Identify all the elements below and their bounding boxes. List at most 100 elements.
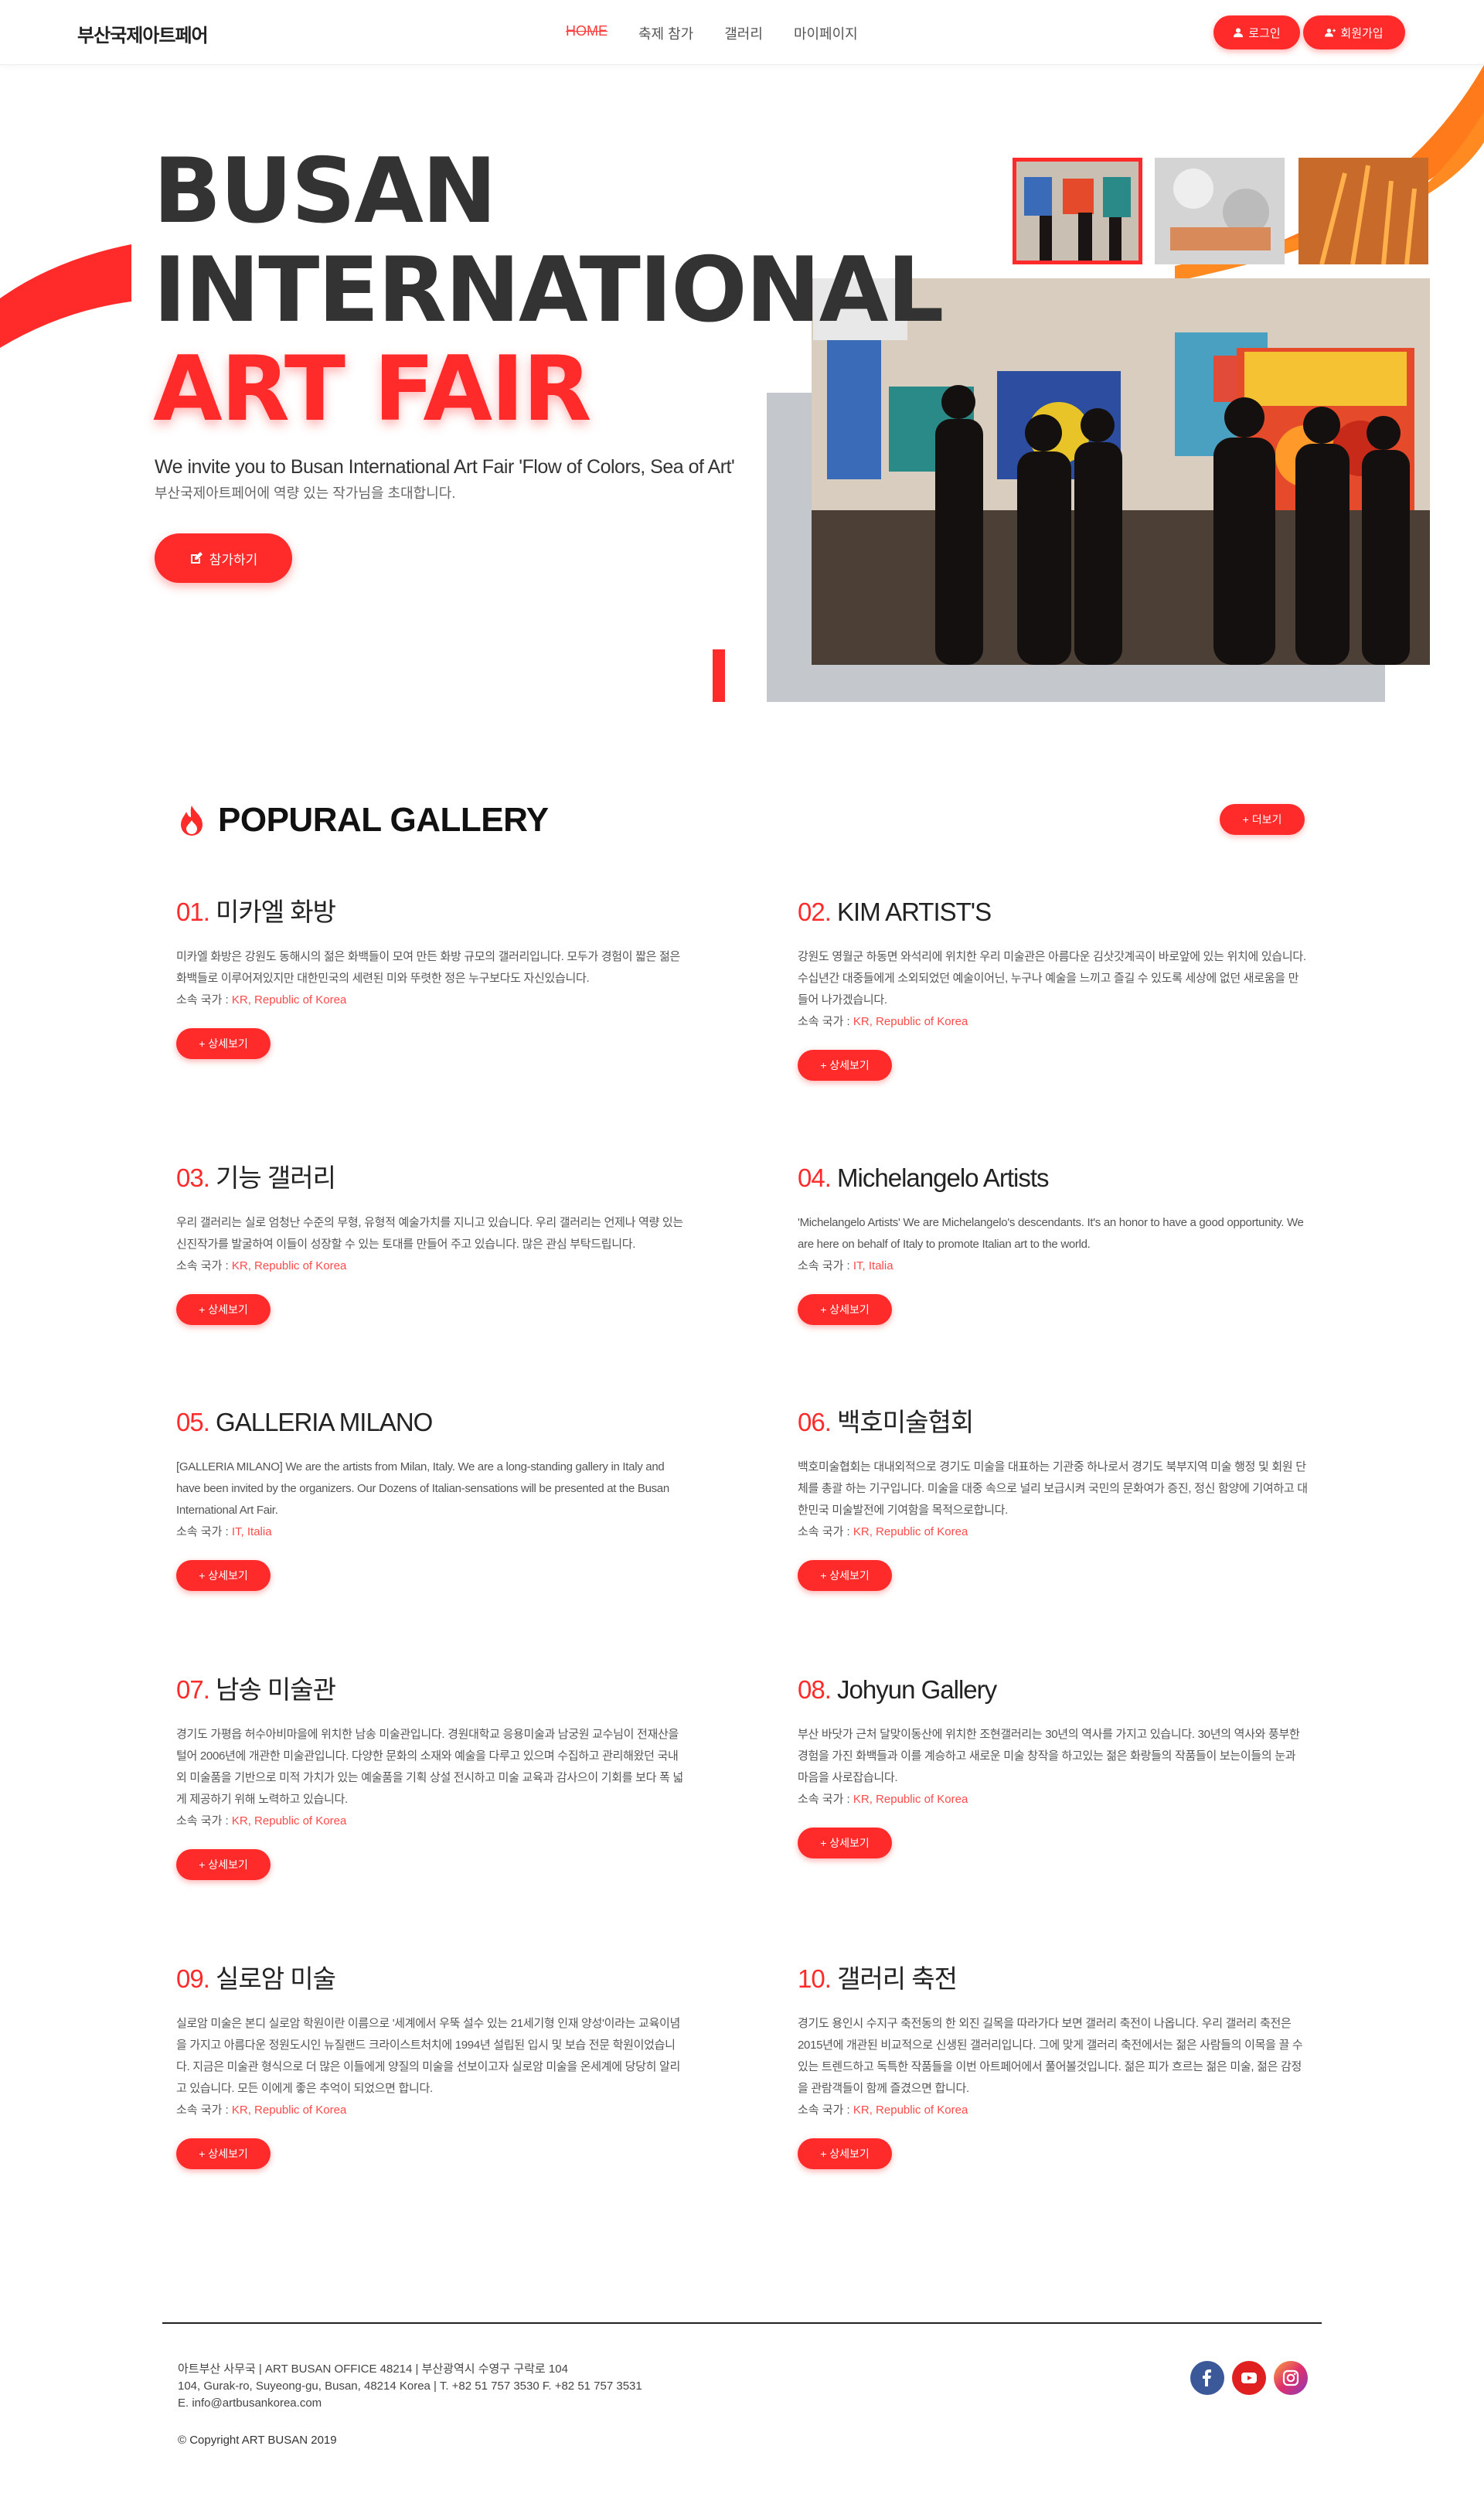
country-label: 소속 국가 : xyxy=(176,1525,232,1538)
gallery-card-country: 소속 국가 : KR, Republic of Korea xyxy=(798,1789,1308,1811)
gallery-card-description: 실로암 미술은 본디 실로암 학원이란 이름으로 '세계에서 우뚝 설수 있는 … xyxy=(176,2017,681,2095)
country-value: KR, Republic of Korea xyxy=(853,1015,968,1028)
country-label: 소속 국가 : xyxy=(798,1525,853,1538)
detail-button[interactable]: + 상세보기 xyxy=(176,1028,271,1059)
gallery-card-title[interactable]: 07. 남송 미술관 xyxy=(176,1674,686,1705)
country-value: KR, Republic of Korea xyxy=(231,1814,347,1828)
country-label: 소속 국가 : xyxy=(176,993,232,1007)
hero-thumb-3[interactable] xyxy=(1298,158,1428,264)
gallery-card-title[interactable]: 02. KIM ARTIST'S xyxy=(798,897,1308,928)
site-logo[interactable]: 부산국제아트페어 xyxy=(77,20,209,47)
gallery-card: 03. 기능 갤러리 우리 갤러리는 실로 엄청난 수준의 무형, 유형적 예술가… xyxy=(176,1163,686,1325)
gallery-card-country: 소속 국가 : KR, Republic of Korea xyxy=(798,1521,1308,1543)
country-label: 소속 국가 : xyxy=(798,2104,853,2117)
nav-gallery[interactable]: 갤러리 xyxy=(724,23,763,43)
nav-mypage[interactable]: 마이페이지 xyxy=(794,23,858,43)
facebook-link[interactable] xyxy=(1190,2361,1224,2395)
gallery-card-name: KIM ARTIST'S xyxy=(837,898,992,926)
login-button[interactable]: 로그인 xyxy=(1213,15,1300,49)
participate-button[interactable]: 참가하기 xyxy=(155,533,292,583)
detail-button[interactable]: + 상세보기 xyxy=(176,1294,271,1325)
gallery-card-title[interactable]: 01. 미카엘 화방 xyxy=(176,897,686,928)
gallery-card-title[interactable]: 05. GALLERIA MILANO xyxy=(176,1407,686,1438)
country-label: 소속 국가 : xyxy=(798,1259,853,1272)
gallery-card-title[interactable]: 04. Michelangelo Artists xyxy=(798,1163,1308,1194)
country-value: KR, Republic of Korea xyxy=(853,2104,968,2117)
gallery-card-description: 경기도 가평읍 허수아비마을에 위치한 남송 미술관입니다. 경원대학교 응용미… xyxy=(176,1728,683,1806)
detail-button[interactable]: + 상세보기 xyxy=(176,1560,271,1591)
gallery-card-number: 09. xyxy=(176,1964,210,1993)
gallery-card-title[interactable]: 06. 백호미술협회 xyxy=(798,1407,1308,1438)
country-label: 소속 국가 : xyxy=(176,2104,232,2117)
join-label: 회원가입 xyxy=(1340,26,1384,40)
gallery-card: 05. GALLERIA MILANO [GALLERIA MILANO] We … xyxy=(176,1407,686,1591)
gallery-card-name: Johyun Gallery xyxy=(837,1675,997,1704)
gallery-card-name: 기능 갤러리 xyxy=(216,1163,336,1192)
footer-email[interactable]: E. info@artbusankorea.com xyxy=(178,2395,642,2412)
gallery-card: 06. 백호미술협회백호미술협회는 대내외적으로 경기도 미술을 대표하는 기관… xyxy=(798,1407,1308,1591)
gallery-card-title[interactable]: 10. 갤러리 축전 xyxy=(798,1964,1308,1995)
participate-label: 참가하기 xyxy=(209,552,258,567)
hero-thumb-2[interactable] xyxy=(1155,158,1285,264)
hero-subtitle-ko: 부산국제아트페어에 역량 있는 작가님을 초대합니다. xyxy=(155,485,456,501)
detail-button[interactable]: + 상세보기 xyxy=(798,2138,892,2169)
detail-button[interactable]: + 상세보기 xyxy=(176,2138,271,2169)
country-label: 소속 국가 : xyxy=(798,1793,853,1806)
gallery-card-title[interactable]: 03. 기능 갤러리 xyxy=(176,1163,686,1194)
detail-button[interactable]: + 상세보기 xyxy=(798,1294,892,1325)
gallery-card: 01. 미카엘 화방 미카엘 화방은 강원도 동해시의 젊은 화백들이 모여 만든… xyxy=(176,897,686,1059)
gallery-card-title[interactable]: 08. Johyun Gallery xyxy=(798,1674,1308,1705)
gallery-card-country: 소속 국가 : IT, Italia xyxy=(798,1255,1308,1277)
country-label: 소속 국가 : xyxy=(176,1814,232,1828)
detail-button[interactable]: + 상세보기 xyxy=(798,1828,892,1858)
gallery-section-header: POPURAL GALLERY xyxy=(175,801,549,840)
gallery-card-name: 백호미술협회 xyxy=(837,1408,974,1436)
gallery-card-country: 소속 국가 : IT, Italia xyxy=(176,1521,686,1543)
gallery-card-number: 10. xyxy=(798,1964,832,1993)
gallery-card: 04. Michelangelo Artists 'Michelangelo Ar… xyxy=(798,1163,1308,1325)
nav-home[interactable]: HOME xyxy=(566,23,608,43)
nav-festival[interactable]: 축제 참가 xyxy=(638,23,693,43)
instagram-link[interactable] xyxy=(1274,2361,1308,2395)
gallery-card-description: 백호미술협회는 대내외적으로 경기도 미술을 대표하는 기관중 하나로서 경기도… xyxy=(798,1460,1308,1517)
join-button[interactable]: 회원가입 xyxy=(1303,15,1405,49)
country-value: KR, Republic of Korea xyxy=(853,1525,968,1538)
hero-thumb-1[interactable] xyxy=(1013,158,1142,264)
gallery-card-name: 미카엘 화방 xyxy=(216,898,336,926)
gallery-card-number: 07. xyxy=(176,1675,210,1704)
footer-address-en: 104, Gurak-ro, Suyeong-gu, Busan, 48214 … xyxy=(178,2379,642,2393)
detail-button[interactable]: + 상세보기 xyxy=(798,1560,892,1591)
gallery-card-description: 강원도 영월군 하동면 와석리에 위치한 우리 미술관은 아름다운 김삿갓계곡이… xyxy=(798,950,1306,1007)
gallery-card-country: 소속 국가 : KR, Republic of Korea xyxy=(176,990,686,1011)
site-header: 부산국제아트페어 HOME 축제 참가 갤러리 마이페이지 로그인 회원가입 xyxy=(0,0,1484,65)
country-value: IT, Italia xyxy=(853,1259,893,1272)
gallery-card-number: 05. xyxy=(176,1408,210,1436)
footer-divider xyxy=(162,2322,1322,2324)
hero-title-line2: INTERNATIONAL xyxy=(153,238,944,342)
gallery-card: 08. Johyun Gallery 부산 바닷가 근처 달맞이동산에 위치한 조… xyxy=(798,1674,1308,1858)
gallery-card-description: 'Michelangelo Artists' We are Michelange… xyxy=(798,1216,1304,1251)
country-label: 소속 국가 : xyxy=(798,1015,853,1028)
more-button[interactable]: + 더보기 xyxy=(1220,804,1305,835)
gallery-card-title[interactable]: 09. 실로암 미술 xyxy=(176,1964,686,1995)
detail-button[interactable]: + 상세보기 xyxy=(798,1050,892,1081)
hero-title: BUSAN INTERNATIONAL ART FAIR xyxy=(153,139,944,439)
detail-button[interactable]: + 상세보기 xyxy=(176,1849,271,1880)
country-value: KR, Republic of Korea xyxy=(231,993,347,1007)
footer-info: 아트부산 사무국 | ART BUSAN OFFICE 48214 | 부산광역… xyxy=(178,2361,642,2412)
gallery-card-country: 소속 국가 : KR, Republic of Korea xyxy=(798,1011,1308,1033)
facebook-icon xyxy=(1203,2369,1211,2386)
gallery-card-name: GALLERIA MILANO xyxy=(216,1408,433,1436)
youtube-link[interactable] xyxy=(1232,2361,1266,2395)
red-swoosh-decoration xyxy=(0,244,131,348)
gallery-section-title: POPURAL GALLERY xyxy=(218,801,549,839)
user-plus-icon xyxy=(1325,28,1336,37)
hero-title-line1: BUSAN xyxy=(153,139,497,244)
gallery-card-number: 04. xyxy=(798,1163,832,1192)
gallery-card-description: 경기도 용인시 수지구 축전동의 한 외진 길목을 따라가다 보면 갤러리 축전… xyxy=(798,2017,1303,2095)
footer-address-ko: 아트부산 사무국 | ART BUSAN OFFICE 48214 | 부산광역… xyxy=(178,2362,568,2376)
country-value: KR, Republic of Korea xyxy=(853,1793,968,1806)
red-accent-bar xyxy=(713,649,725,702)
gallery-card-name: 남송 미술관 xyxy=(216,1675,336,1704)
hero-subtitle-en: We invite you to Busan International Art… xyxy=(155,456,735,478)
